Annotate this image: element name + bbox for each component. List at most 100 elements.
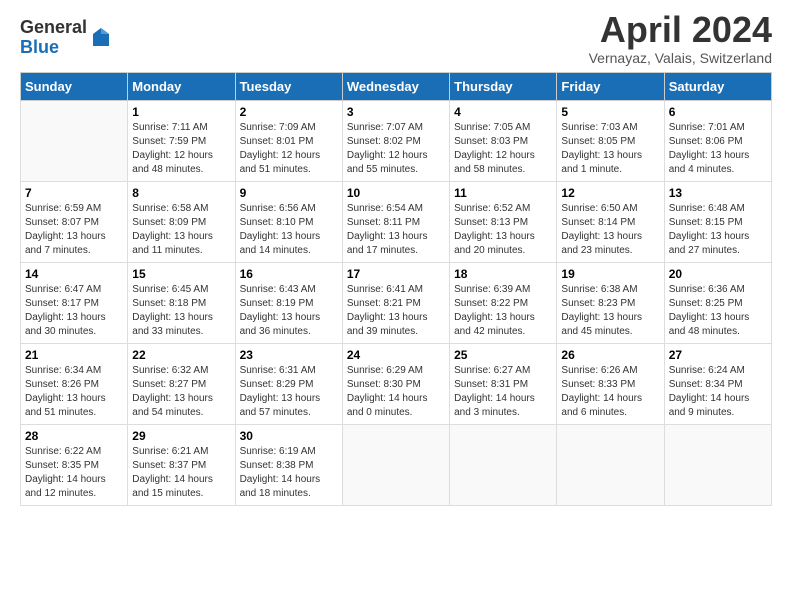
day-info: Sunrise: 6:54 AMSunset: 8:11 PMDaylight:… bbox=[347, 202, 445, 258]
day-info: Sunrise: 6:59 AMSunset: 8:07 PMDaylight:… bbox=[25, 202, 123, 258]
day-info: Sunrise: 6:38 AMSunset: 8:23 PMDaylight:… bbox=[561, 283, 659, 339]
location: Vernayaz, Valais, Switzerland bbox=[589, 50, 772, 66]
day-number: 17 bbox=[347, 267, 445, 281]
day-info: Sunrise: 6:47 AMSunset: 8:17 PMDaylight:… bbox=[25, 283, 123, 339]
day-number: 13 bbox=[669, 186, 767, 200]
calendar-cell: 25 Sunrise: 6:27 AMSunset: 8:31 PMDayligh… bbox=[450, 343, 557, 424]
calendar-cell bbox=[664, 424, 771, 505]
title-block: April 2024 Vernayaz, Valais, Switzerland bbox=[589, 10, 772, 66]
day-number: 12 bbox=[561, 186, 659, 200]
day-info: Sunrise: 6:29 AMSunset: 8:30 PMDaylight:… bbox=[347, 364, 445, 420]
calendar-cell: 14 Sunrise: 6:47 AMSunset: 8:17 PMDayligh… bbox=[21, 262, 128, 343]
calendar-cell: 12Sunrise: 6:50 AMSunset: 8:14 PMDayligh… bbox=[557, 181, 664, 262]
calendar-cell: 30 Sunrise: 6:19 AMSunset: 8:38 PMDayligh… bbox=[235, 424, 342, 505]
day-info: Sunrise: 6:45 AMSunset: 8:18 PMDaylight:… bbox=[132, 283, 230, 339]
day-info: Sunrise: 6:48 AMSunset: 8:15 PMDaylight:… bbox=[669, 202, 767, 258]
day-info: Sunrise: 6:41 AMSunset: 8:21 PMDaylight:… bbox=[347, 283, 445, 339]
day-number: 22 bbox=[132, 348, 230, 362]
col-header-friday: Friday bbox=[557, 72, 664, 100]
calendar-cell: 10 Sunrise: 6:54 AMSunset: 8:11 PMDayligh… bbox=[342, 181, 449, 262]
calendar-week-row: 21 Sunrise: 6:34 AMSunset: 8:26 PMDayligh… bbox=[21, 343, 772, 424]
logo-general: General bbox=[20, 18, 87, 38]
calendar-cell: 19 Sunrise: 6:38 AMSunset: 8:23 PMDayligh… bbox=[557, 262, 664, 343]
calendar-cell: 26 Sunrise: 6:26 AMSunset: 8:33 PMDayligh… bbox=[557, 343, 664, 424]
logo: General Blue bbox=[20, 18, 113, 58]
day-number: 25 bbox=[454, 348, 552, 362]
day-number: 9 bbox=[240, 186, 338, 200]
calendar-cell: 18Sunrise: 6:39 AMSunset: 8:22 PMDayligh… bbox=[450, 262, 557, 343]
calendar-cell: 6 Sunrise: 7:01 AMSunset: 8:06 PMDaylight… bbox=[664, 100, 771, 181]
calendar-week-row: 28 Sunrise: 6:22 AMSunset: 8:35 PMDayligh… bbox=[21, 424, 772, 505]
day-info: Sunrise: 6:39 AMSunset: 8:22 PMDaylight:… bbox=[454, 283, 552, 339]
day-number: 7 bbox=[25, 186, 123, 200]
day-info: Sunrise: 6:34 AMSunset: 8:26 PMDaylight:… bbox=[25, 364, 123, 420]
logo-blue: Blue bbox=[20, 38, 87, 58]
day-number: 10 bbox=[347, 186, 445, 200]
day-info: Sunrise: 7:09 AMSunset: 8:01 PMDaylight:… bbox=[240, 121, 338, 177]
col-header-saturday: Saturday bbox=[664, 72, 771, 100]
day-number: 11 bbox=[454, 186, 552, 200]
col-header-sunday: Sunday bbox=[21, 72, 128, 100]
calendar-cell: 11 Sunrise: 6:52 AMSunset: 8:13 PMDayligh… bbox=[450, 181, 557, 262]
day-info: Sunrise: 6:26 AMSunset: 8:33 PMDaylight:… bbox=[561, 364, 659, 420]
day-number: 5 bbox=[561, 105, 659, 119]
day-number: 30 bbox=[240, 429, 338, 443]
day-number: 4 bbox=[454, 105, 552, 119]
calendar-cell: 9 Sunrise: 6:56 AMSunset: 8:10 PMDaylight… bbox=[235, 181, 342, 262]
calendar-cell: 3 Sunrise: 7:07 AMSunset: 8:02 PMDaylight… bbox=[342, 100, 449, 181]
day-info: Sunrise: 6:56 AMSunset: 8:10 PMDaylight:… bbox=[240, 202, 338, 258]
calendar-cell: 27 Sunrise: 6:24 AMSunset: 8:34 PMDayligh… bbox=[664, 343, 771, 424]
calendar-cell bbox=[342, 424, 449, 505]
day-number: 8 bbox=[132, 186, 230, 200]
day-number: 26 bbox=[561, 348, 659, 362]
day-info: Sunrise: 6:19 AMSunset: 8:38 PMDaylight:… bbox=[240, 445, 338, 501]
day-info: Sunrise: 6:22 AMSunset: 8:35 PMDaylight:… bbox=[25, 445, 123, 501]
day-info: Sunrise: 6:43 AMSunset: 8:19 PMDaylight:… bbox=[240, 283, 338, 339]
calendar-cell bbox=[21, 100, 128, 181]
calendar-cell: 5 Sunrise: 7:03 AMSunset: 8:05 PMDaylight… bbox=[557, 100, 664, 181]
day-info: Sunrise: 6:32 AMSunset: 8:27 PMDaylight:… bbox=[132, 364, 230, 420]
day-number: 2 bbox=[240, 105, 338, 119]
day-number: 19 bbox=[561, 267, 659, 281]
page-header: General Blue April 2024 Vernayaz, Valais… bbox=[20, 10, 772, 66]
day-number: 21 bbox=[25, 348, 123, 362]
calendar-header-row: SundayMondayTuesdayWednesdayThursdayFrid… bbox=[21, 72, 772, 100]
calendar-cell: 20Sunrise: 6:36 AMSunset: 8:25 PMDayligh… bbox=[664, 262, 771, 343]
calendar-cell: 7 Sunrise: 6:59 AMSunset: 8:07 PMDaylight… bbox=[21, 181, 128, 262]
day-number: 23 bbox=[240, 348, 338, 362]
day-number: 27 bbox=[669, 348, 767, 362]
calendar-week-row: 1Sunrise: 7:11 AMSunset: 7:59 PMDaylight… bbox=[21, 100, 772, 181]
col-header-thursday: Thursday bbox=[450, 72, 557, 100]
day-info: Sunrise: 7:01 AMSunset: 8:06 PMDaylight:… bbox=[669, 121, 767, 177]
day-info: Sunrise: 7:03 AMSunset: 8:05 PMDaylight:… bbox=[561, 121, 659, 177]
calendar-cell: 2 Sunrise: 7:09 AMSunset: 8:01 PMDaylight… bbox=[235, 100, 342, 181]
day-number: 14 bbox=[25, 267, 123, 281]
calendar-cell bbox=[557, 424, 664, 505]
day-number: 28 bbox=[25, 429, 123, 443]
day-info: Sunrise: 7:07 AMSunset: 8:02 PMDaylight:… bbox=[347, 121, 445, 177]
calendar-cell: 24 Sunrise: 6:29 AMSunset: 8:30 PMDayligh… bbox=[342, 343, 449, 424]
logo-icon bbox=[89, 26, 113, 50]
day-info: Sunrise: 6:27 AMSunset: 8:31 PMDaylight:… bbox=[454, 364, 552, 420]
day-info: Sunrise: 7:05 AMSunset: 8:03 PMDaylight:… bbox=[454, 121, 552, 177]
calendar-cell: 1Sunrise: 7:11 AMSunset: 7:59 PMDaylight… bbox=[128, 100, 235, 181]
day-info: Sunrise: 6:52 AMSunset: 8:13 PMDaylight:… bbox=[454, 202, 552, 258]
day-number: 15 bbox=[132, 267, 230, 281]
calendar-cell: 8Sunrise: 6:58 AMSunset: 8:09 PMDaylight… bbox=[128, 181, 235, 262]
day-number: 6 bbox=[669, 105, 767, 119]
col-header-wednesday: Wednesday bbox=[342, 72, 449, 100]
col-header-monday: Monday bbox=[128, 72, 235, 100]
day-info: Sunrise: 6:21 AMSunset: 8:37 PMDaylight:… bbox=[132, 445, 230, 501]
day-number: 24 bbox=[347, 348, 445, 362]
day-info: Sunrise: 6:24 AMSunset: 8:34 PMDaylight:… bbox=[669, 364, 767, 420]
calendar-week-row: 14 Sunrise: 6:47 AMSunset: 8:17 PMDayligh… bbox=[21, 262, 772, 343]
day-info: Sunrise: 6:36 AMSunset: 8:25 PMDaylight:… bbox=[669, 283, 767, 339]
calendar-table: SundayMondayTuesdayWednesdayThursdayFrid… bbox=[20, 72, 772, 506]
calendar-cell: 29Sunrise: 6:21 AMSunset: 8:37 PMDayligh… bbox=[128, 424, 235, 505]
day-number: 3 bbox=[347, 105, 445, 119]
calendar-week-row: 7 Sunrise: 6:59 AMSunset: 8:07 PMDaylight… bbox=[21, 181, 772, 262]
calendar-cell: 17 Sunrise: 6:41 AMSunset: 8:21 PMDayligh… bbox=[342, 262, 449, 343]
calendar-cell: 15 Sunrise: 6:45 AMSunset: 8:18 PMDayligh… bbox=[128, 262, 235, 343]
day-number: 16 bbox=[240, 267, 338, 281]
month-title: April 2024 bbox=[589, 10, 772, 50]
